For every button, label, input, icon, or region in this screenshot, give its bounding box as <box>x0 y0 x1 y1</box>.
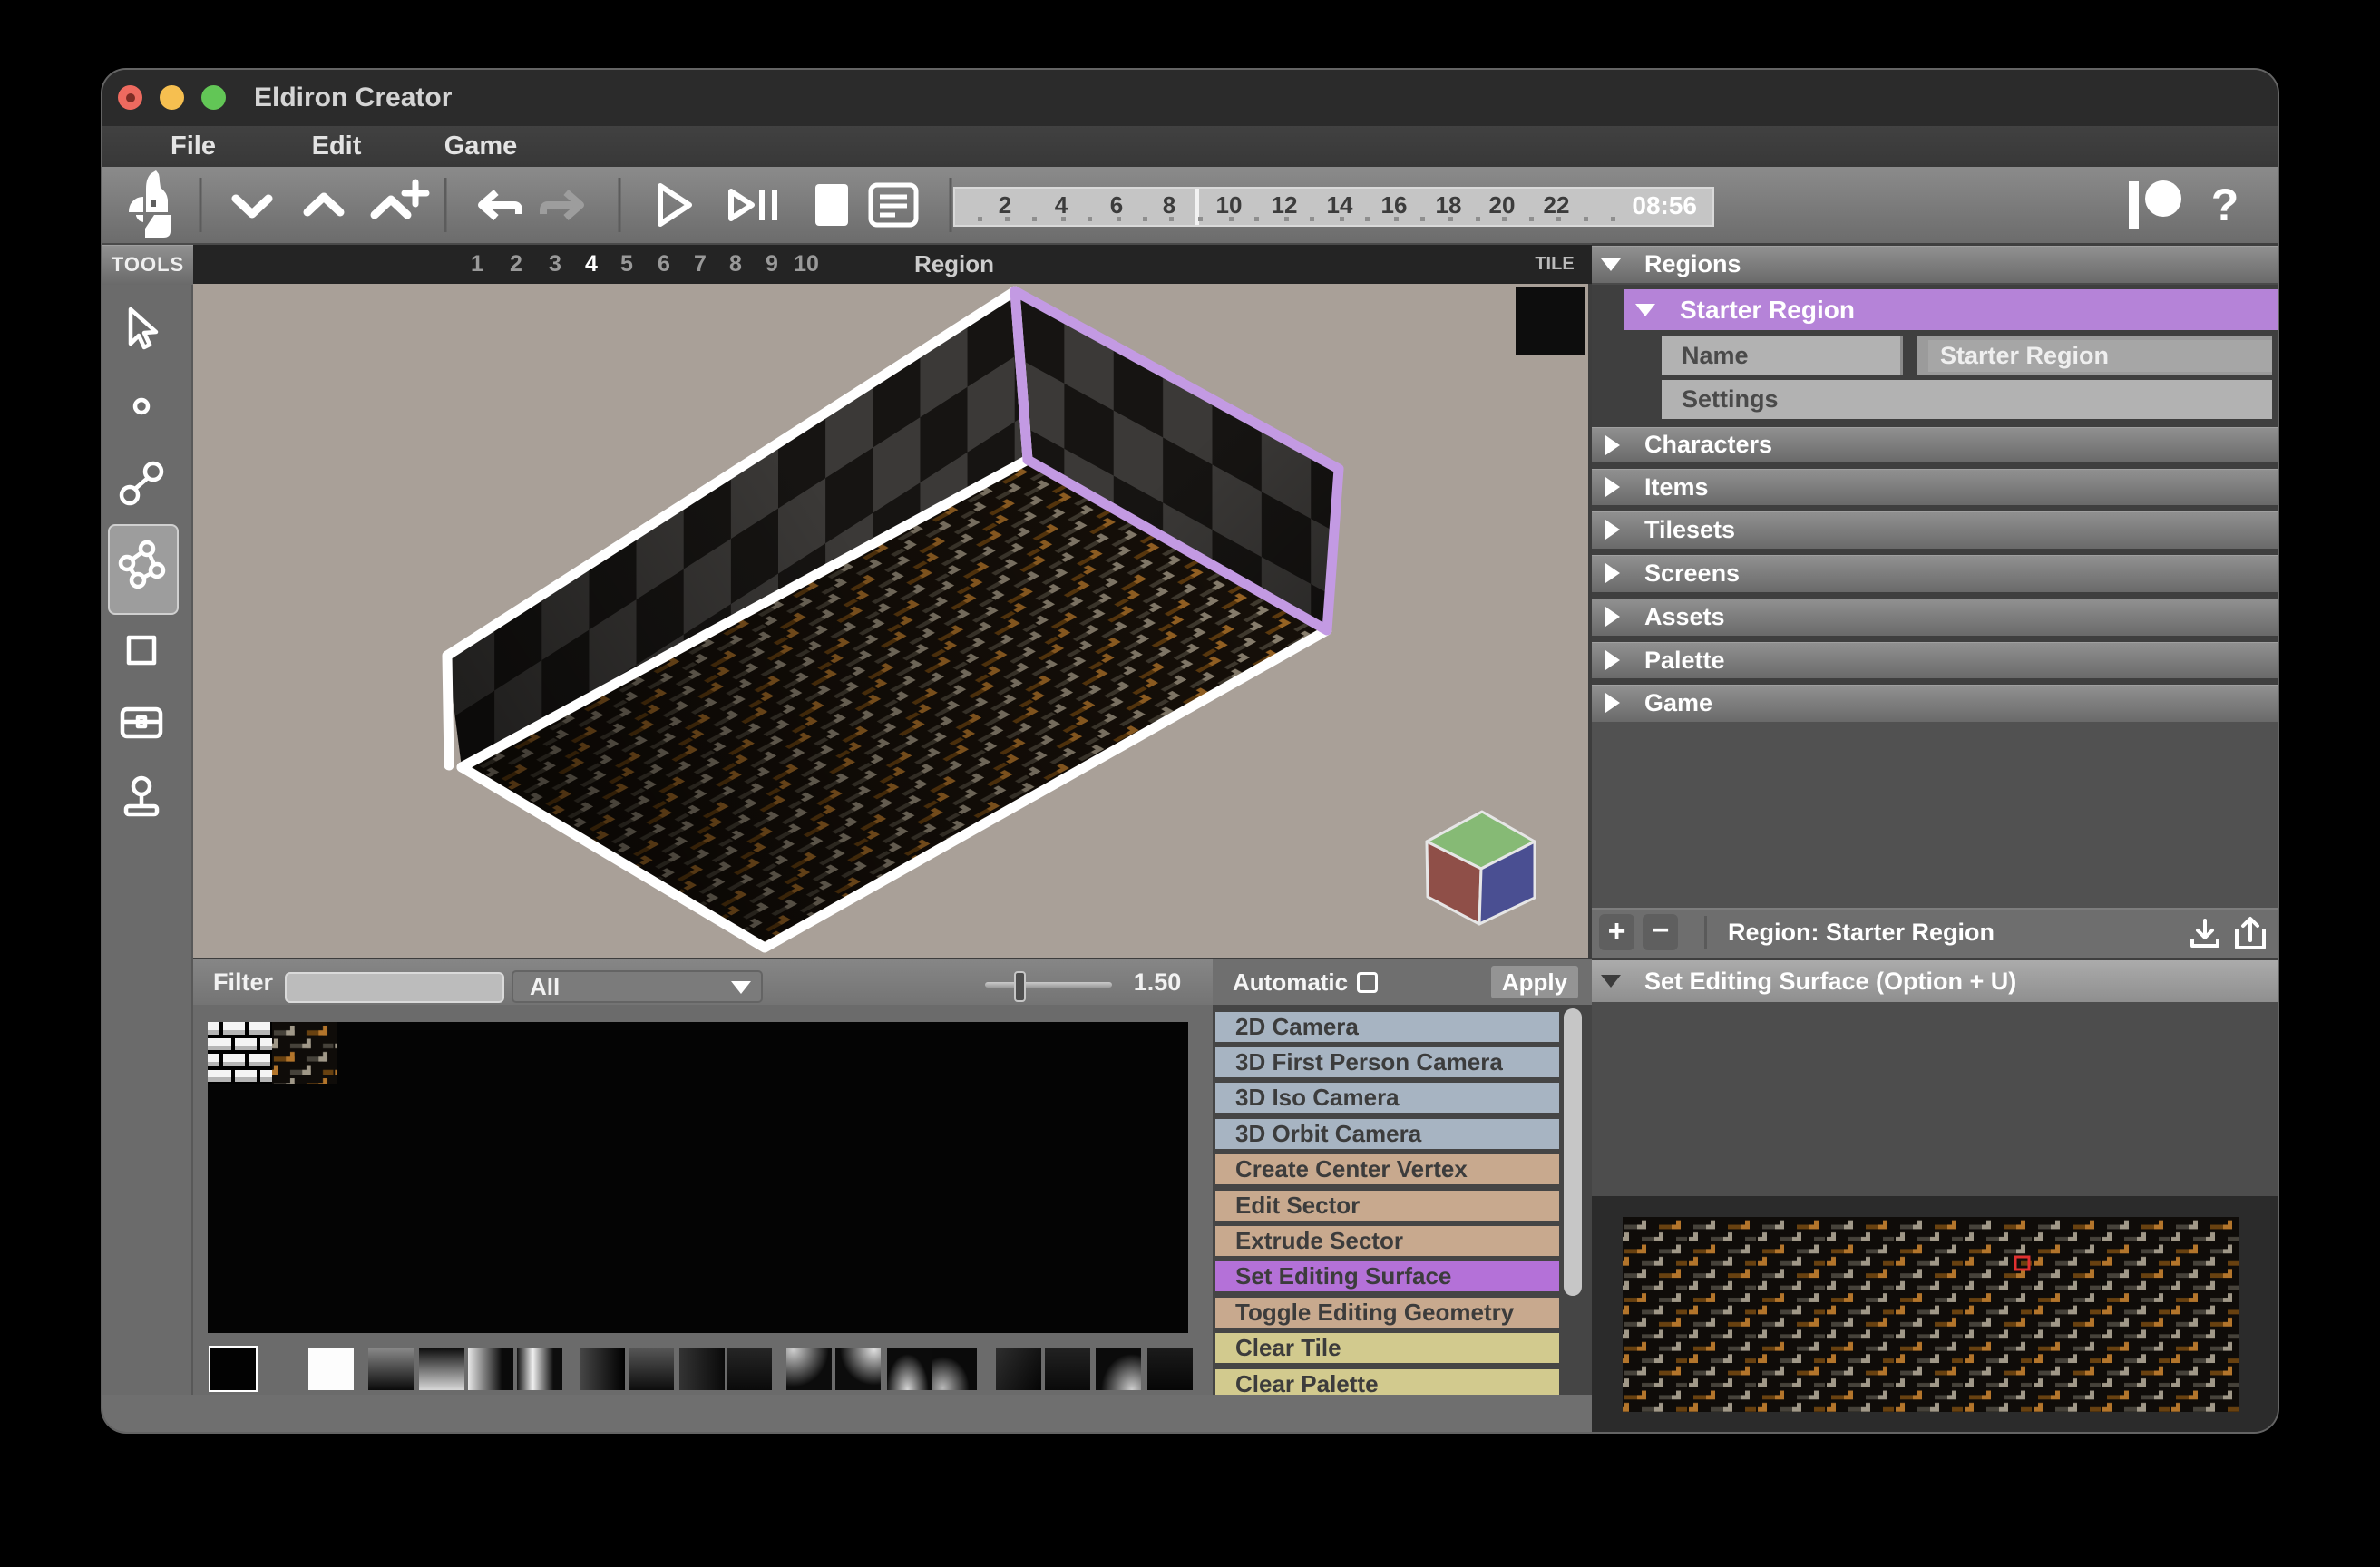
svg-text:4: 4 <box>1055 191 1068 219</box>
svg-text:22: 22 <box>1544 191 1570 219</box>
svg-text:14: 14 <box>1327 191 1353 219</box>
svg-text:8: 8 <box>1163 191 1175 219</box>
svg-text:16: 16 <box>1381 191 1408 219</box>
svg-text:10: 10 <box>1216 191 1243 219</box>
svg-text:2: 2 <box>999 191 1011 219</box>
svg-text:6: 6 <box>1110 191 1123 219</box>
svg-text:20: 20 <box>1489 191 1516 219</box>
svg-text:18: 18 <box>1436 191 1462 219</box>
svg-text:12: 12 <box>1272 191 1298 219</box>
svg-text:08:56: 08:56 <box>1632 191 1697 219</box>
